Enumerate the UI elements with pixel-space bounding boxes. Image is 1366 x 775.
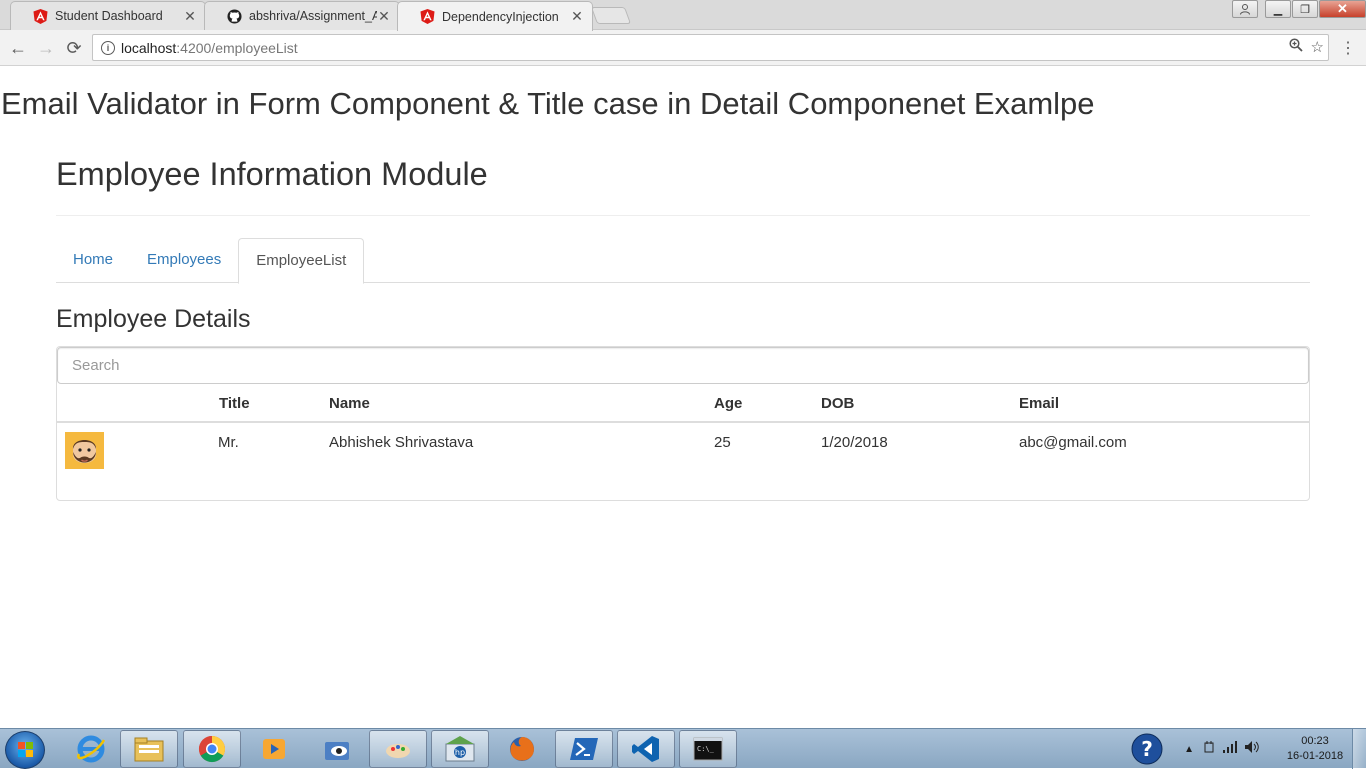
show-desktop-button[interactable] (1352, 729, 1366, 769)
show-hidden-icons-icon[interactable]: ▲ (1184, 744, 1194, 755)
cell-name: Abhishek Shrivastava (329, 434, 474, 451)
close-window-button[interactable]: ✕ (1319, 0, 1366, 18)
divider (56, 215, 1310, 216)
module-title: Employee Information Module (56, 156, 488, 192)
bearded-man-avatar (65, 432, 104, 469)
search-input[interactable] (57, 347, 1309, 384)
browser-tab-student-dashboard[interactable]: Student Dashboard ✕ (10, 1, 206, 30)
system-clock[interactable]: 00:23 16-01-2018 (1282, 734, 1348, 764)
tab-title: abshriva/Assignment_Ad (249, 9, 377, 23)
vscode-icon[interactable] (617, 730, 675, 768)
browser-toolbar: ← → ⟳ i localhost:4200/employeeList ☆ ⋮ (0, 30, 1366, 66)
svg-text:hp: hp (455, 748, 465, 757)
reload-icon[interactable]: ⟳ (62, 36, 86, 60)
back-arrow-icon[interactable]: ← (6, 36, 30, 60)
window-controls: ▁ ❐ ✕ (1231, 0, 1366, 19)
close-tab-icon[interactable]: ✕ (183, 8, 197, 25)
help-icon[interactable]: ? (1130, 732, 1164, 766)
cmd-icon[interactable]: C:\_ (679, 730, 737, 768)
cell-dob: 1/20/2018 (821, 434, 888, 451)
tab-title: DependencyInjection (442, 9, 559, 24)
bookmark-star-icon[interactable]: ☆ (1311, 38, 1324, 56)
column-header-age: Age (714, 395, 743, 412)
forward-arrow-icon[interactable]: → (34, 36, 58, 60)
angular-icon (33, 8, 48, 24)
volume-icon[interactable] (1244, 740, 1260, 759)
menu-kebab-icon[interactable]: ⋮ (1340, 38, 1356, 58)
svg-text:?: ? (1141, 737, 1153, 761)
nav-tab-employee-list[interactable]: EmployeeList (238, 238, 365, 284)
employee-module-container: Employee Information Module Home Employe… (56, 150, 1310, 501)
explorer-icon[interactable] (120, 730, 178, 768)
hp-icon[interactable]: hp (431, 730, 489, 768)
browser-tab-github[interactable]: abshriva/Assignment_Ad ✕ (204, 1, 400, 30)
preview-icon[interactable] (308, 730, 366, 768)
browser-tab-dependency-injection[interactable]: DependencyInjection ✕ (397, 1, 593, 31)
windows-start-button[interactable] (5, 731, 45, 769)
paint-icon[interactable] (369, 730, 427, 768)
employee-table-panel: Title Name Age DOB Email Mr. Abhishek Sh… (56, 346, 1310, 501)
svg-text:C:\_: C:\_ (697, 745, 715, 753)
cell-title: Mr. (218, 434, 239, 451)
site-info-icon[interactable]: i (101, 40, 115, 55)
column-header-dob: DOB (821, 395, 855, 412)
close-tab-icon[interactable]: ✕ (377, 8, 391, 25)
column-header-title: Title (219, 395, 250, 412)
zoom-icon[interactable] (1288, 38, 1303, 56)
close-tab-icon[interactable]: ✕ (570, 8, 584, 25)
powershell-icon[interactable] (555, 730, 613, 768)
page-heading: Email Validator in Form Component & Titl… (1, 86, 1095, 121)
media-player-icon[interactable] (245, 730, 303, 768)
table-row[interactable]: Mr. Abhishek Shrivastava 25 1/20/2018 ab… (57, 425, 1309, 473)
cell-email: abc@gmail.com (1019, 434, 1127, 451)
user-profile-icon[interactable] (1232, 0, 1258, 18)
table-header: Title Name Age DOB Email (57, 385, 1309, 423)
ie-icon[interactable] (62, 730, 120, 768)
nav-tabs: Home Employees EmployeeList (56, 238, 1310, 284)
minimize-button[interactable]: ▁ (1265, 0, 1291, 18)
url-host: localhost (121, 39, 177, 56)
nav-tab-employees[interactable]: Employees (130, 238, 238, 283)
url-path: :4200/employeeList (176, 39, 298, 56)
column-header-email: Email (1019, 395, 1060, 412)
address-bar[interactable]: i localhost:4200/employeeList ☆ (92, 34, 1329, 61)
firefox-icon[interactable] (493, 730, 551, 768)
browser-tab-strip: Student Dashboard ✕ abshriva/Assignment_… (0, 0, 1366, 31)
cell-age: 25 (714, 434, 731, 451)
section-title: Employee Details (56, 305, 251, 333)
tab-title: Student Dashboard (55, 9, 163, 23)
nav-tab-home[interactable]: Home (56, 238, 130, 283)
power-icon[interactable] (1202, 740, 1216, 759)
clock-date: 16-01-2018 (1286, 750, 1344, 762)
angular-icon (420, 9, 435, 24)
windows-taskbar: hp C:\_ ? ▲ 00:23 16-01-2018 (0, 728, 1366, 769)
chrome-icon[interactable] (183, 730, 241, 768)
clock-time: 00:23 (1301, 735, 1329, 747)
github-icon (227, 8, 242, 24)
system-tray: ? ▲ 00:23 16-01-2018 (1130, 729, 1366, 769)
network-icon[interactable] (1222, 740, 1238, 759)
new-tab-button[interactable] (590, 7, 632, 24)
column-header-name: Name (329, 395, 370, 412)
restore-button[interactable]: ❐ (1292, 0, 1318, 18)
